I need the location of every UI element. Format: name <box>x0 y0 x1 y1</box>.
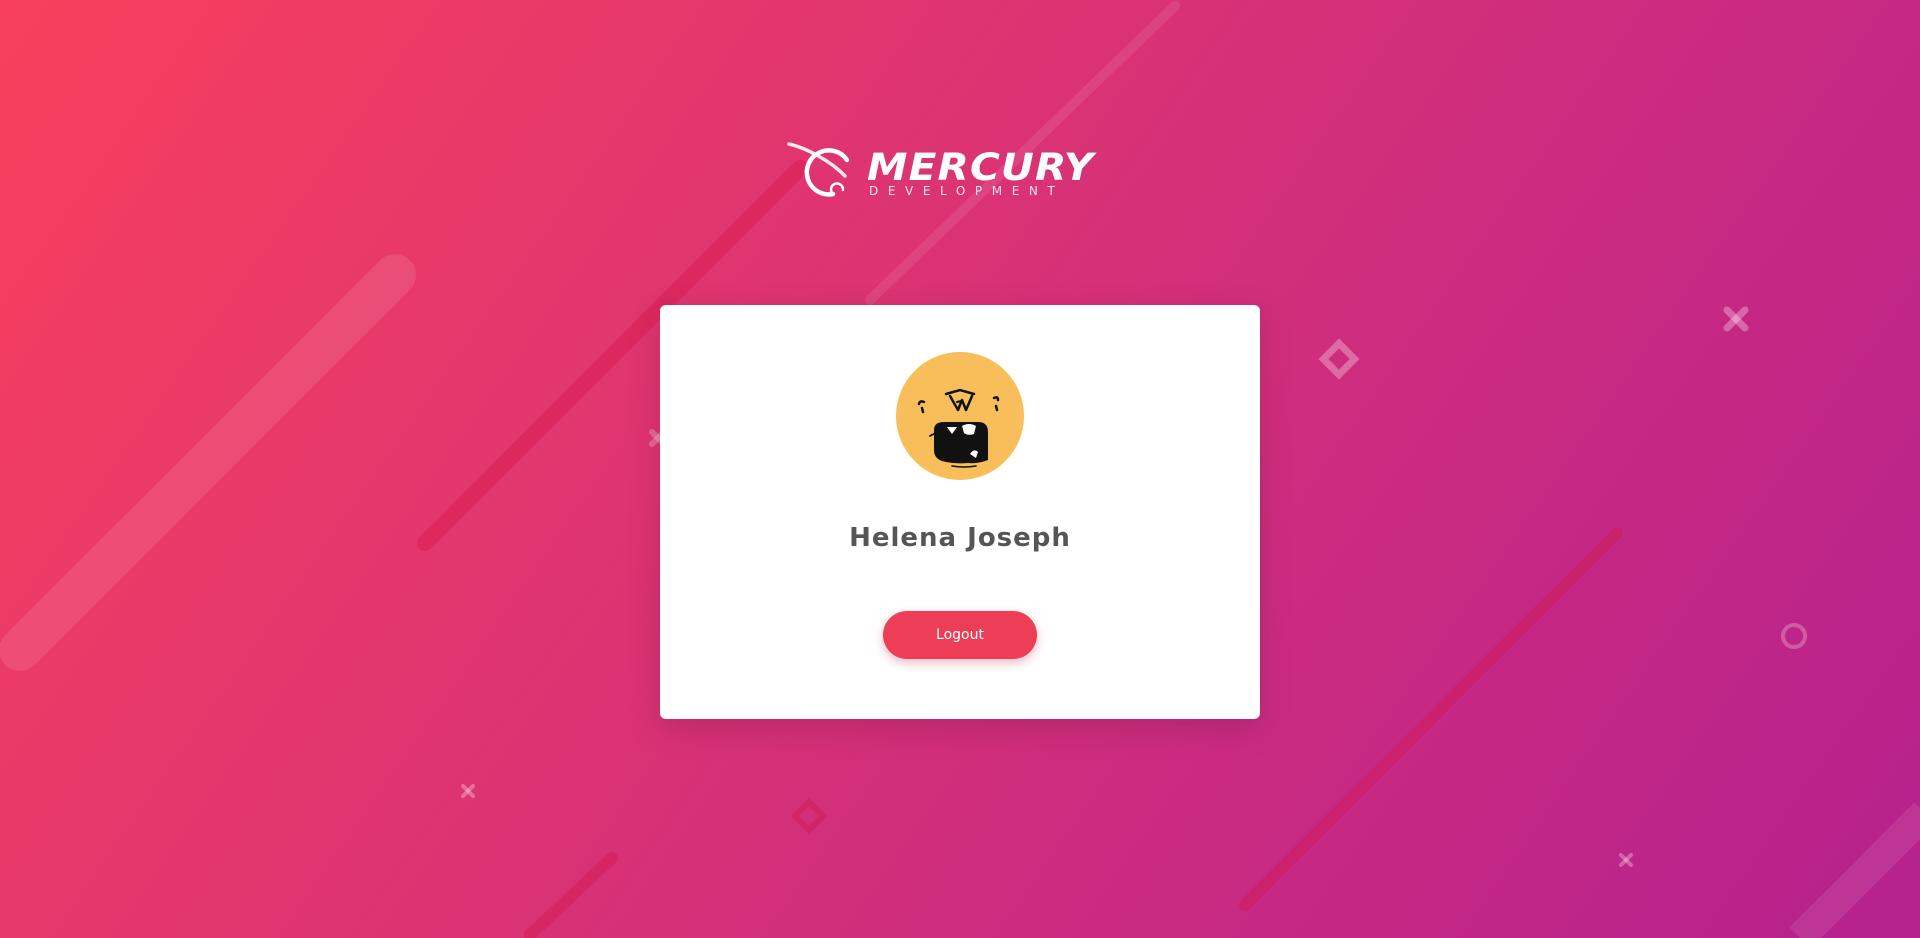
bg-stripe-bottom <box>524 852 618 938</box>
bg-cross-icon <box>1619 853 1633 867</box>
bg-circle-icon <box>1781 623 1807 649</box>
bg-diamond-icon <box>790 797 828 835</box>
avatar <box>896 352 1024 480</box>
brand-title: MERCURY <box>867 146 1095 189</box>
user-name: Helena Joseph <box>849 523 1071 553</box>
bg-cross-icon <box>461 784 475 798</box>
bg-stripe-large <box>0 254 416 671</box>
brand-logo: MERCURY DEVELOPMENT <box>787 140 1107 202</box>
profile-card: Helena Joseph Logout <box>660 305 1260 719</box>
login-page: MERCURY DEVELOPMENT Helena Joseph Logout <box>0 0 1920 938</box>
brand-subtitle: DEVELOPMENT <box>869 184 1065 198</box>
planet-ring-icon <box>787 142 850 197</box>
logout-button[interactable]: Logout <box>883 611 1037 659</box>
bg-cross-icon <box>1723 306 1749 332</box>
monster-face-icon <box>917 388 1000 468</box>
bg-stripe-right <box>1239 527 1623 911</box>
bg-diamond-icon <box>1318 338 1360 380</box>
bg-stripe-corner <box>1789 802 1920 938</box>
